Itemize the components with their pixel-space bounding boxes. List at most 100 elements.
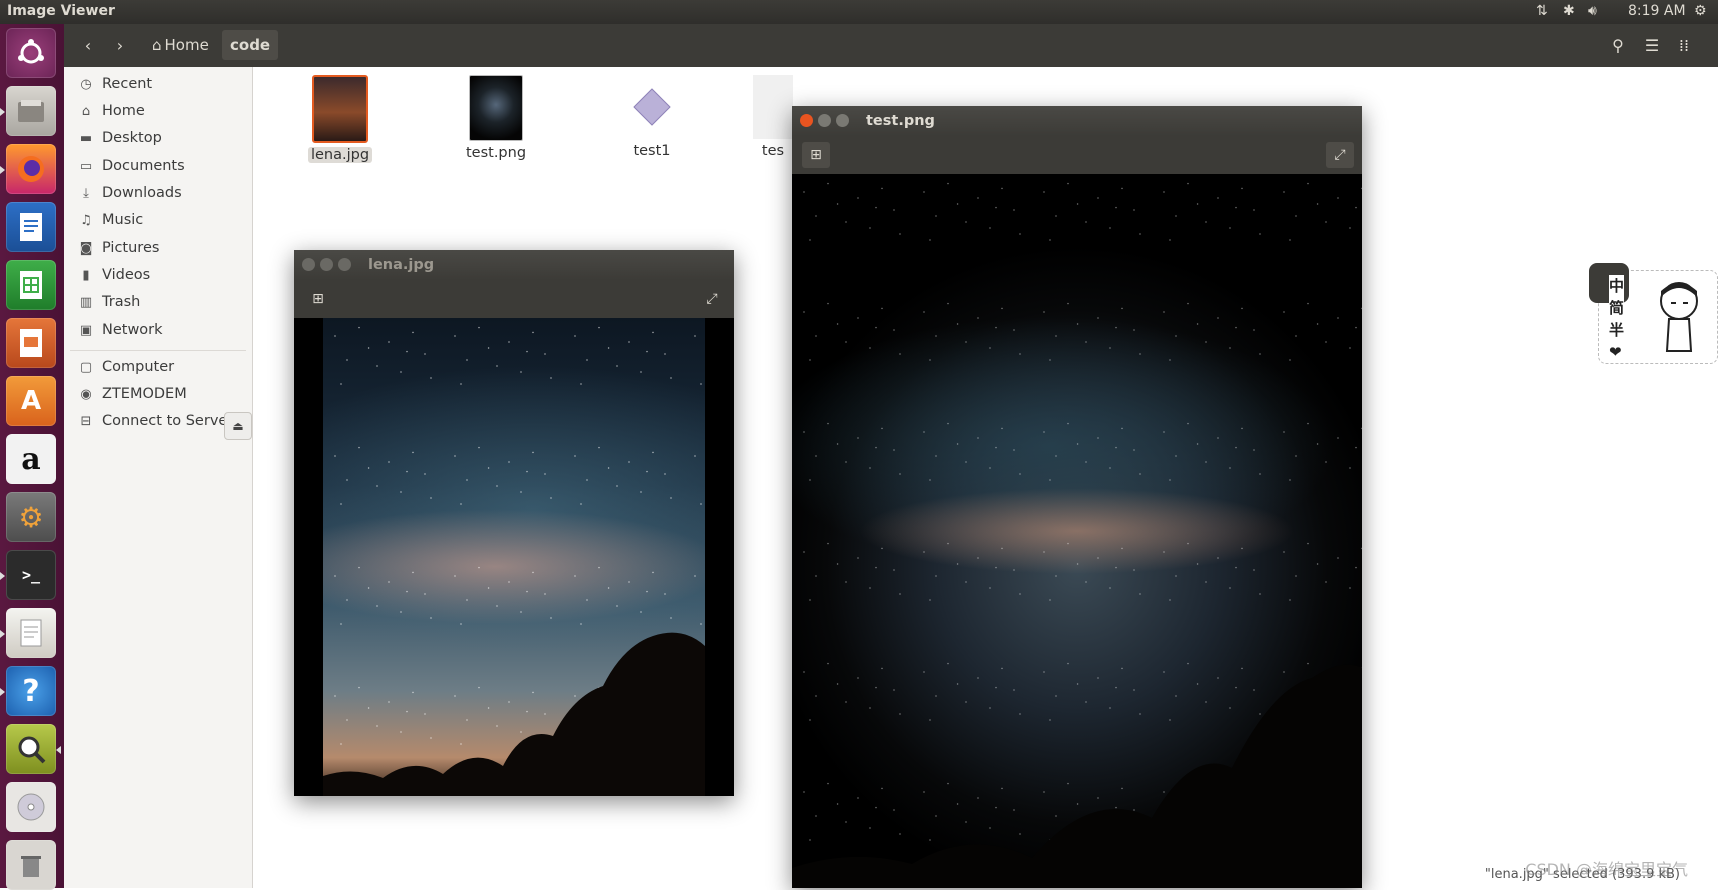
sidebar-item-label: Videos: [102, 267, 151, 283]
download-icon: ⤓: [83, 185, 89, 201]
sidebar-divider: [70, 350, 246, 351]
sidebar-item-network[interactable]: ▣ Network: [64, 317, 252, 343]
network-icon[interactable]: ⇅: [1536, 3, 1548, 19]
file-item[interactable]: tes: [753, 75, 793, 159]
add-icon: ⊞: [810, 147, 822, 163]
sidebar-item-label: ZTEMODEM: [102, 386, 187, 402]
app-title: Image Viewer: [7, 3, 115, 19]
volume-icon[interactable]: 🔊︎: [1588, 3, 1597, 19]
sidebar-item-home[interactable]: ⌂ Home: [64, 98, 252, 124]
ubuntu-dash-icon[interactable]: [6, 28, 56, 78]
file-label: test1: [633, 143, 671, 159]
viewer-window-test: test.png ⊞ ⤢: [792, 106, 1362, 888]
breadcrumb-home[interactable]: ⌂ Home: [144, 30, 217, 60]
sidebar-item-documents[interactable]: ▭ Documents: [64, 153, 252, 179]
file-manager-header: ‹ › ⌂ Home code ⚲ ☰ ⁞⁞: [64, 24, 1718, 68]
maximize-button[interactable]: [836, 114, 849, 127]
photo-night-sky: [323, 318, 705, 796]
sidebar-item-downloads[interactable]: ⤓ Downloads: [64, 180, 252, 206]
add-icon: ⊞: [312, 291, 324, 307]
watermark: CSDN @海绵宝里宝气: [1525, 860, 1688, 879]
sidebar-item-ztemodem[interactable]: ◉ ZTEMODEM: [64, 381, 252, 407]
sidebar-item-label: Recent: [102, 76, 153, 92]
documents-icon: ▭: [79, 158, 93, 174]
breadcrumb-code[interactable]: code: [222, 30, 279, 60]
text-editor-icon[interactable]: [0, 608, 56, 658]
bluetooth-icon[interactable]: ✱: [1563, 3, 1575, 19]
sticker-char: 半: [1609, 321, 1625, 339]
trash-icon[interactable]: [6, 840, 56, 890]
calc-icon[interactable]: [6, 260, 56, 310]
system-settings-icon[interactable]: ⚙: [6, 492, 56, 542]
sidebar-item-label: Home: [102, 103, 145, 119]
firefox-icon[interactable]: [0, 144, 56, 194]
launcher: A a ⚙ >_ ?: [0, 24, 65, 890]
window-titlebar[interactable]: lena.jpg: [294, 250, 734, 280]
file-item[interactable]: lena.jpg: [285, 75, 395, 163]
files-icon[interactable]: [0, 86, 56, 136]
minimize-button[interactable]: [320, 258, 333, 271]
camera-icon: ◙: [79, 240, 93, 256]
chevron-left-icon: ‹: [84, 35, 92, 55]
window-titlebar[interactable]: test.png: [792, 106, 1362, 136]
list-icon: ☰: [1644, 35, 1660, 55]
sidebar-item-label: Computer: [102, 359, 175, 375]
video-icon: ▮: [82, 267, 90, 283]
image-canvas[interactable]: [792, 174, 1362, 888]
sidebar-item-label: Trash: [102, 294, 141, 310]
search-button[interactable]: ⚲: [1604, 32, 1632, 58]
amazon-icon[interactable]: a: [6, 434, 56, 484]
cartoon-figure: [1660, 282, 1698, 352]
back-button[interactable]: ‹: [74, 32, 102, 58]
list-view-button[interactable]: ☰: [1638, 32, 1666, 58]
chevron-right-icon: ›: [116, 35, 124, 55]
fullscreen-icon: ⤢: [1334, 147, 1346, 163]
dvd-icon[interactable]: [6, 782, 56, 832]
viewer-window-lena: lena.jpg ⊞ ⤢: [294, 250, 734, 796]
forward-button[interactable]: ›: [106, 32, 134, 58]
terminal-icon[interactable]: >_: [0, 550, 56, 600]
fullscreen-button[interactable]: ⤢: [698, 286, 726, 312]
trash-icon: ▥: [79, 294, 93, 310]
maximize-button[interactable]: [338, 258, 351, 271]
fullscreen-button[interactable]: ⤢: [1326, 142, 1354, 168]
window-title: lena.jpg: [368, 257, 435, 273]
minimize-button[interactable]: [818, 114, 831, 127]
sidebar-item-music[interactable]: ♫ Music: [64, 207, 252, 233]
file-thumbnail: [753, 75, 793, 139]
clock[interactable]: 8:19 AM: [1628, 3, 1686, 19]
sidebar-item-desktop[interactable]: ▬ Desktop: [64, 125, 252, 151]
disc-icon: ◉: [80, 386, 92, 402]
file-item[interactable]: test.png: [441, 75, 551, 161]
sidebar-item-pictures[interactable]: ◙ Pictures: [64, 235, 252, 261]
help-icon[interactable]: ?: [0, 666, 56, 716]
close-button[interactable]: [302, 258, 315, 271]
sidebar: ◷ Recent ⌂ Home ▬ Desktop ▭ Documents ⤓ Downl…: [64, 67, 253, 888]
eject-button[interactable]: ⏏: [224, 412, 252, 440]
sticker-char: 简: [1609, 299, 1625, 317]
image-canvas[interactable]: [294, 318, 734, 796]
desktop-sticker: 中 简 半 ❤: [1589, 263, 1718, 364]
breadcrumb-label: code: [230, 36, 271, 54]
sidebar-item-computer[interactable]: ▢ Computer: [64, 354, 252, 380]
image-viewer-icon[interactable]: [6, 724, 61, 774]
software-center-icon[interactable]: A: [6, 376, 56, 426]
eject-icon: ⏏: [232, 419, 244, 433]
file-label: lena.jpg: [307, 147, 373, 163]
sidebar-item-videos[interactable]: ▮ Videos: [64, 262, 252, 288]
sidebar-item-label: Connect to Server: [102, 413, 234, 429]
grid-view-button[interactable]: ⁞⁞: [1670, 32, 1698, 58]
sidebar-item-recent[interactable]: ◷ Recent: [64, 71, 252, 97]
gear-icon[interactable]: ⚙: [1694, 3, 1707, 19]
impress-icon[interactable]: [6, 318, 56, 368]
add-button[interactable]: ⊞: [802, 142, 830, 168]
writer-icon[interactable]: [6, 202, 56, 252]
network-icon: ▣: [79, 322, 93, 338]
sidebar-item-trash[interactable]: ▥ Trash: [64, 289, 252, 315]
viewer-toolbar: ⊞ ⤢: [792, 136, 1362, 174]
clock-icon: ◷: [80, 76, 92, 92]
close-button[interactable]: [800, 114, 813, 127]
add-button[interactable]: ⊞: [304, 286, 332, 312]
file-item[interactable]: test1: [597, 75, 707, 159]
sidebar-item-label: Network: [102, 322, 163, 338]
